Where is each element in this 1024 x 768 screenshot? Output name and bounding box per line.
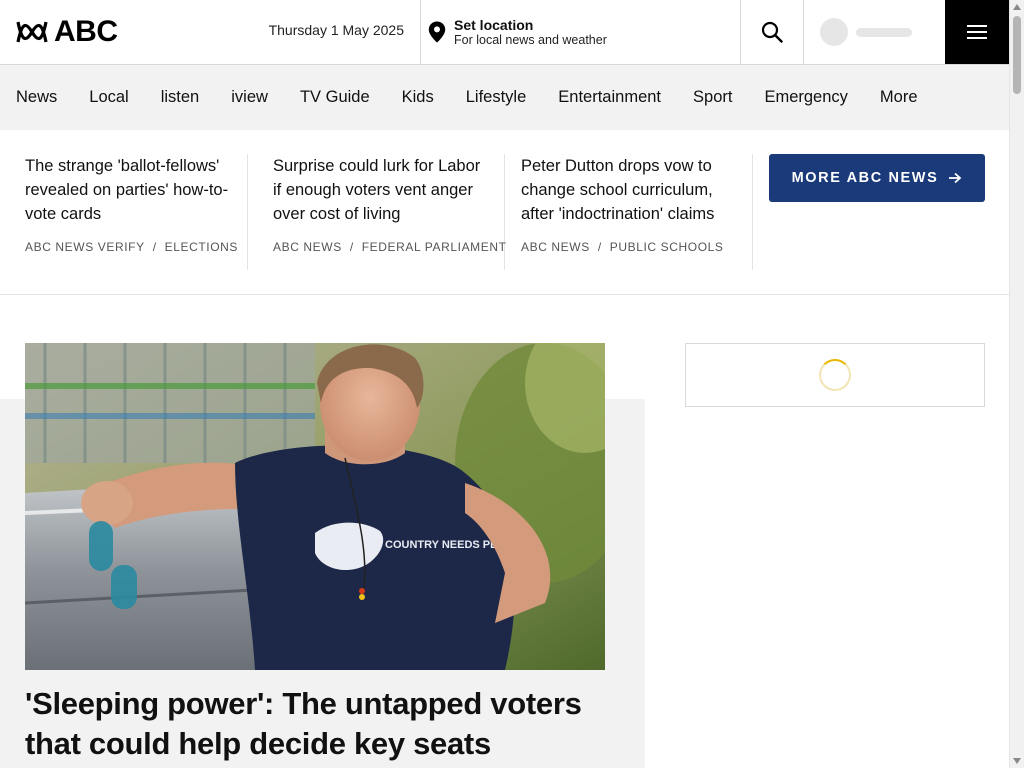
more-abc-news-label: MORE ABC NEWS [791, 170, 939, 186]
weather-widget [685, 343, 985, 407]
hamburger-menu-icon [967, 25, 987, 39]
story-source[interactable]: ABC NEWS VERIFY [25, 240, 145, 254]
set-location-button[interactable]: Set location For local news and weather [428, 15, 607, 49]
nav-item-local[interactable]: Local [89, 88, 128, 107]
story-topic[interactable]: FEDERAL PARLIAMENT [362, 240, 507, 254]
meta-separator: / [597, 240, 602, 254]
header-divider [420, 0, 421, 64]
meta-separator: / [349, 240, 354, 254]
story-topic[interactable]: ELECTIONS [165, 240, 238, 254]
more-abc-news-button[interactable]: MORE ABC NEWS [769, 154, 985, 202]
top-story-card[interactable]: The strange 'ballot-fellows' revealed on… [0, 154, 248, 270]
story-meta: ABC NEWS / FEDERAL PARLIAMENT [273, 240, 507, 254]
nav-item-sport[interactable]: Sport [693, 88, 732, 107]
nav-item-emergency[interactable]: Emergency [764, 88, 847, 107]
story-meta: ABC NEWS / PUBLIC SCHOOLS [521, 240, 724, 254]
location-subtitle: For local news and weather [454, 32, 607, 47]
story-topic[interactable]: PUBLIC SCHOOLS [610, 240, 724, 254]
loading-spinner [819, 359, 851, 391]
story-title[interactable]: Surprise could lurk for Labor if enough … [273, 154, 488, 226]
page-scrollbar[interactable] [1009, 0, 1024, 768]
feature-photo: COUNTRY NEEDS PEOPLE [25, 343, 605, 670]
nav-item-kids[interactable]: Kids [402, 88, 434, 107]
logo-text: ABC [54, 15, 118, 48]
story-title[interactable]: The strange 'ballot-fellows' revealed on… [25, 154, 231, 226]
account-name-placeholder [856, 27, 912, 37]
story-source[interactable]: ABC NEWS [521, 240, 590, 254]
story-title[interactable]: Peter Dutton drops vow to change school … [521, 154, 736, 226]
location-title: Set location [454, 16, 534, 33]
feature-image[interactable]: COUNTRY NEEDS PEOPLE [25, 343, 605, 670]
avatar-placeholder [820, 18, 848, 46]
nav-item-news[interactable]: News [16, 88, 57, 107]
nav-item-more[interactable]: More [880, 88, 918, 107]
current-date: Thursday 1 May 2025 [268, 22, 404, 38]
top-stories-strip: The strange 'ballot-fellows' revealed on… [0, 130, 1009, 295]
top-story-card[interactable]: Surprise could lurk for Labor if enough … [257, 154, 507, 270]
site-header: ABC Thursday 1 May 2025 Set location For… [0, 0, 1009, 65]
account-button[interactable] [804, 0, 945, 64]
abc-lissajous-logo-icon [16, 21, 48, 43]
location-pin-icon [428, 21, 446, 43]
story-source[interactable]: ABC NEWS [273, 240, 342, 254]
nav-item-iview[interactable]: iview [231, 88, 268, 107]
nav-item-tv-guide[interactable]: TV Guide [300, 88, 370, 107]
meta-separator: / [152, 240, 157, 254]
scroll-down-arrow-icon[interactable] [1013, 758, 1021, 764]
nav-item-entertainment[interactable]: Entertainment [558, 88, 661, 107]
scrollbar-thumb[interactable] [1013, 16, 1021, 94]
story-meta: ABC NEWS VERIFY / ELECTIONS [25, 240, 238, 254]
nav-item-listen[interactable]: listen [161, 88, 200, 107]
main-navigation: News Local listen iview TV Guide Kids Li… [0, 65, 1009, 130]
scroll-up-arrow-icon[interactable] [1013, 4, 1021, 10]
search-button[interactable] [741, 0, 803, 64]
menu-button[interactable] [945, 0, 1009, 64]
feature-headline[interactable]: 'Sleeping power': The untapped voters th… [25, 684, 615, 764]
abc-logo[interactable]: ABC [16, 15, 118, 48]
nav-item-lifestyle[interactable]: Lifestyle [466, 88, 527, 107]
search-icon [761, 21, 783, 43]
arrow-right-icon [949, 172, 962, 184]
top-story-card[interactable]: Peter Dutton drops vow to change school … [505, 154, 753, 270]
